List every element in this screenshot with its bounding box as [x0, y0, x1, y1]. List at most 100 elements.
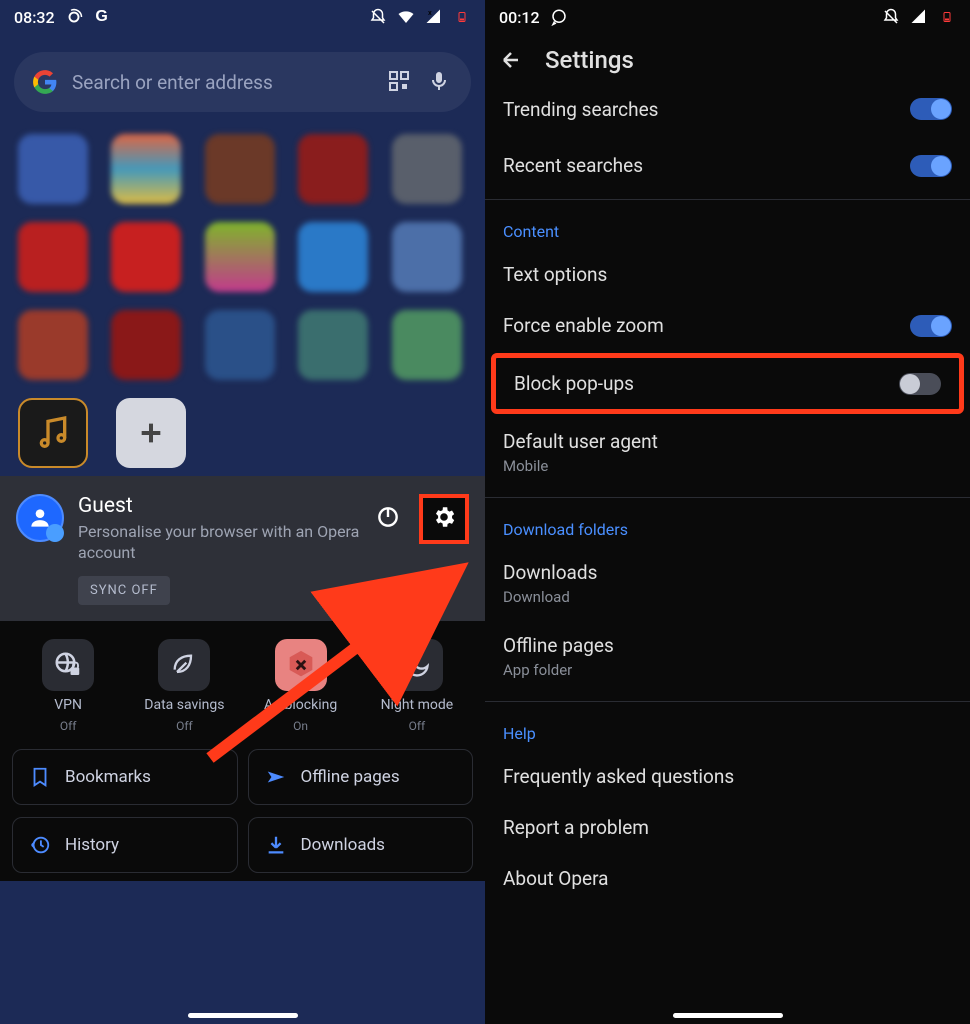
setting-trending-searches[interactable]: Trending searches [485, 92, 970, 140]
setting-sublabel: App folder [503, 661, 614, 679]
setting-offline-pages[interactable]: Offline pages App folder [485, 620, 970, 693]
history-icon [29, 834, 51, 856]
google-g-icon [32, 69, 58, 95]
history-card[interactable]: History [12, 817, 238, 873]
power-icon[interactable] [375, 504, 401, 534]
setting-default-user-agent[interactable]: Default user agent Mobile [485, 416, 970, 489]
setting-label: Report a problem [503, 816, 649, 839]
site-tile[interactable] [392, 310, 462, 380]
quick-data-savings[interactable]: Data savings Off [128, 639, 240, 733]
page-title: Settings [545, 46, 634, 74]
setting-text-options[interactable]: Text options [485, 249, 970, 300]
setting-about-opera[interactable]: About Opera [485, 853, 970, 904]
card-label: Offline pages [301, 767, 400, 787]
sync-badge[interactable]: SYNC OFF [78, 576, 170, 605]
quick-actions: VPN Off Data savings Off Ad blocking On … [0, 621, 485, 745]
section-download: Download folders [485, 504, 970, 547]
avatar[interactable] [16, 494, 64, 542]
site-tile[interactable] [18, 310, 88, 380]
quick-vpn[interactable]: VPN Off [12, 639, 124, 733]
download-icon [265, 834, 287, 856]
divider [485, 701, 970, 702]
site-tile[interactable] [18, 222, 88, 292]
card-label: Bookmarks [65, 767, 151, 787]
dnd-icon [369, 8, 387, 26]
moon-icon [391, 639, 443, 691]
divider [485, 199, 970, 200]
quick-title: Data savings [144, 697, 224, 713]
back-arrow-icon[interactable] [499, 48, 523, 72]
toggle-on-icon[interactable] [910, 98, 952, 120]
site-tile[interactable] [392, 134, 462, 204]
downloads-card[interactable]: Downloads [248, 817, 474, 873]
setting-sublabel: Mobile [503, 457, 658, 475]
site-tile[interactable] [205, 310, 275, 380]
setting-label: Block pop-ups [514, 372, 634, 395]
toggle-on-icon[interactable] [910, 315, 952, 337]
quick-sub: Off [176, 719, 193, 733]
site-tile[interactable] [111, 222, 181, 292]
home-indicator[interactable] [188, 1013, 298, 1018]
quick-sub: On [293, 719, 308, 733]
site-tile[interactable] [392, 222, 462, 292]
setting-recent-searches[interactable]: Recent searches [485, 140, 970, 191]
setting-label: Recent searches [503, 154, 643, 177]
status-time: 08:32 [14, 8, 55, 27]
settings-gear-button[interactable] [419, 494, 469, 544]
toggle-on-icon[interactable] [910, 155, 952, 177]
account-subtitle: Personalise your browser with an Opera a… [78, 522, 361, 564]
status-bar: 08:32 G x [0, 0, 485, 34]
site-tile[interactable] [298, 310, 368, 380]
google-g-icon: G [93, 8, 111, 26]
setting-label: About Opera [503, 867, 609, 890]
quick-sub: Off [409, 719, 426, 733]
site-tile[interactable] [298, 134, 368, 204]
toggle-off-icon[interactable] [899, 373, 941, 395]
home-indicator[interactable] [673, 1013, 783, 1018]
setting-label: Default user agent [503, 430, 658, 453]
setting-block-popups[interactable]: Block pop-ups [496, 358, 959, 409]
offline-pages-card[interactable]: Offline pages [248, 749, 474, 805]
setting-force-zoom[interactable]: Force enable zoom [485, 300, 970, 351]
site-tile[interactable] [111, 134, 181, 204]
site-tile[interactable] [205, 222, 275, 292]
leaf-icon [158, 639, 210, 691]
setting-report-problem[interactable]: Report a problem [485, 802, 970, 853]
quick-sub: Off [60, 719, 77, 733]
add-tile[interactable] [116, 398, 186, 468]
qr-icon[interactable] [387, 69, 413, 95]
status-time: 00:12 [499, 8, 540, 27]
search-placeholder: Search or enter address [72, 71, 373, 94]
section-help: Help [485, 708, 970, 751]
site-tile[interactable] [298, 222, 368, 292]
bookmarks-card[interactable]: Bookmarks [12, 749, 238, 805]
setting-sublabel: Download [503, 588, 597, 606]
signal-icon [910, 8, 928, 26]
hexagon-x-icon [275, 639, 327, 691]
setting-faq[interactable]: Frequently asked questions [485, 751, 970, 802]
plane-icon [265, 766, 287, 788]
site-tile[interactable] [205, 134, 275, 204]
whatsapp-icon [550, 8, 568, 26]
setting-label: Offline pages [503, 634, 614, 657]
quick-ad-blocking[interactable]: Ad blocking On [245, 639, 357, 733]
site-tile[interactable] [111, 310, 181, 380]
signal-icon: x [425, 8, 443, 26]
setting-downloads[interactable]: Downloads Download [485, 547, 970, 620]
card-label: Downloads [301, 835, 385, 855]
setting-label: Force enable zoom [503, 314, 664, 337]
mic-icon[interactable] [427, 69, 453, 95]
search-bar[interactable]: Search or enter address [14, 52, 471, 112]
speed-dial-grid [0, 126, 485, 388]
firefox-icon [65, 8, 83, 26]
status-bar: 00:12 [485, 0, 970, 34]
wifi-icon [397, 8, 415, 26]
setting-label: Trending searches [503, 98, 658, 121]
quick-night-mode[interactable]: Night mode Off [361, 639, 473, 733]
music-tile[interactable] [18, 398, 88, 468]
globe-lock-icon [42, 639, 94, 691]
account-title: Guest [78, 494, 361, 518]
site-tile[interactable] [18, 134, 88, 204]
battery-icon [938, 8, 956, 26]
quick-title: Ad blocking [264, 697, 337, 713]
